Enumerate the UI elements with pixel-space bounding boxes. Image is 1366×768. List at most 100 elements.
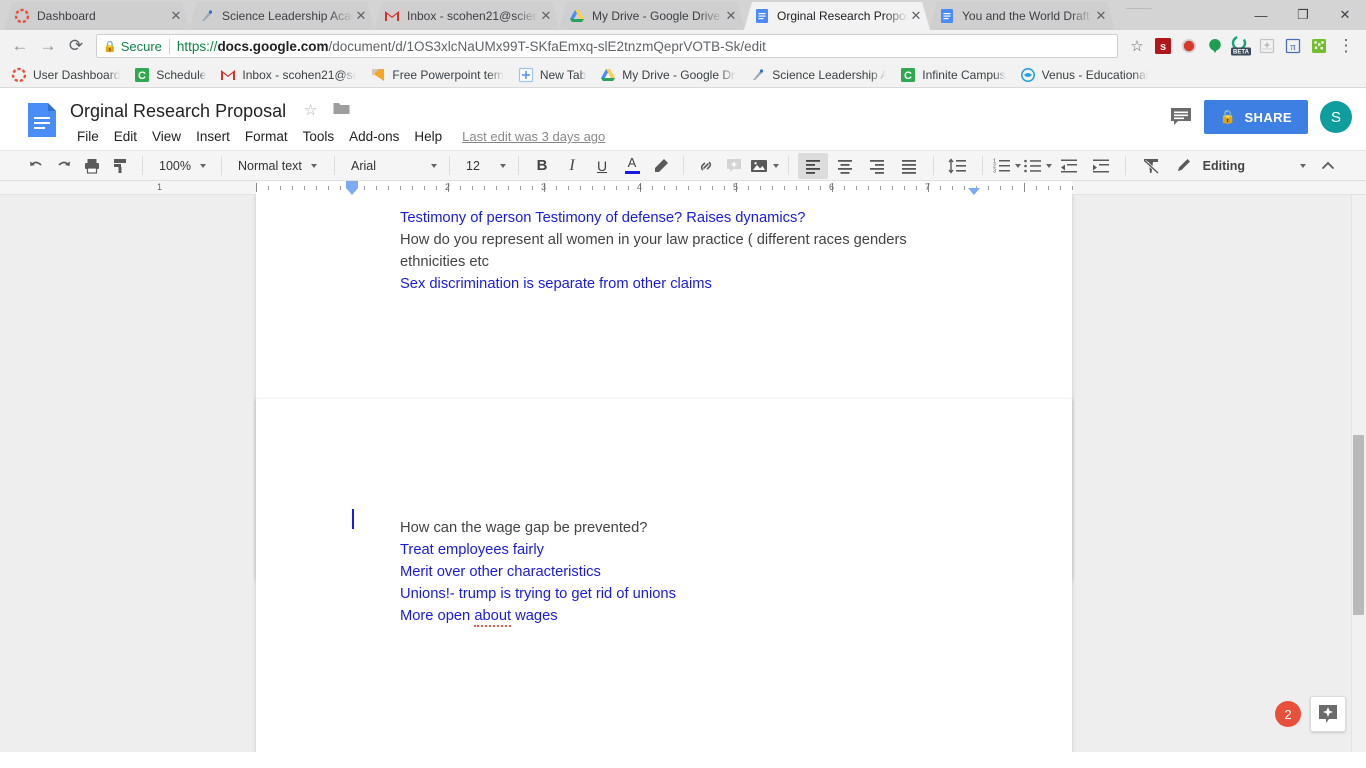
new-tab-button[interactable] (1118, 8, 1152, 30)
explore-button[interactable] (1310, 696, 1346, 732)
print-icon[interactable] (79, 153, 105, 179)
close-icon[interactable]: ✕ (723, 8, 739, 24)
font-selector[interactable]: Arial (343, 154, 441, 178)
left-indent-marker[interactable] (346, 181, 358, 188)
ruler-tick (328, 186, 329, 190)
ruler-tick (460, 186, 461, 190)
underline-button[interactable]: U (588, 153, 616, 179)
menu-view[interactable]: View (145, 126, 188, 147)
text-color-button[interactable]: A (618, 153, 646, 179)
collapse-toolbar-icon[interactable] (1313, 153, 1343, 179)
document-canvas[interactable]: Testimony of person Testimony of defense… (0, 195, 1366, 752)
plus-doc-icon[interactable] (1254, 33, 1280, 59)
undo-icon[interactable] (23, 153, 49, 179)
menu-add-ons[interactable]: Add-ons (342, 126, 406, 147)
clear-formatting-icon[interactable] (1135, 153, 1167, 179)
close-icon[interactable]: ✕ (1093, 8, 1109, 24)
maximize-icon[interactable]: ❐ (1282, 0, 1324, 30)
chrome-menu-icon[interactable]: ⋮ (1332, 32, 1360, 60)
browser-tab-dashboard[interactable]: Dashboard ✕ (4, 2, 190, 30)
browser-tab-inbox[interactable]: Inbox - scohen21@scien ✕ (374, 2, 560, 30)
docs-icon (754, 8, 770, 24)
menu-insert[interactable]: Insert (189, 126, 237, 147)
align-right-button[interactable] (862, 153, 892, 179)
menu-help[interactable]: Help (407, 126, 449, 147)
close-icon[interactable]: ✕ (353, 8, 369, 24)
bold-button[interactable]: B (528, 153, 556, 179)
font-size-selector[interactable]: 12 (458, 154, 510, 178)
grammarly-beta-icon[interactable]: BETA (1228, 33, 1254, 59)
share-button[interactable]: 🔒 SHARE (1204, 100, 1308, 134)
right-indent-marker[interactable] (968, 188, 980, 195)
s-extension-icon[interactable]: s (1150, 33, 1176, 59)
insert-image-icon[interactable] (749, 153, 779, 179)
red-record-icon[interactable] (1176, 33, 1202, 59)
increase-indent-icon[interactable] (1086, 153, 1116, 179)
ruler-tick (952, 186, 953, 190)
paint-format-icon[interactable] (107, 153, 133, 179)
browser-tab-my-drive[interactable]: My Drive - Google Drive ✕ (559, 2, 745, 30)
gmail-icon (384, 8, 400, 24)
close-window-icon[interactable]: ✕ (1324, 0, 1366, 30)
first-line-indent-marker[interactable] (346, 188, 358, 195)
bookmark-science-leadership[interactable]: Science Leadership A (743, 64, 893, 86)
menu-format[interactable]: Format (238, 126, 295, 147)
bookmark-infinite-campus[interactable]: C Infinite Campus (893, 64, 1012, 86)
close-icon[interactable]: ✕ (168, 8, 184, 24)
back-icon[interactable]: ← (6, 32, 34, 60)
chevron-down-icon (1046, 164, 1052, 168)
green-grid-icon[interactable] (1306, 33, 1332, 59)
bookmark-star-icon[interactable]: ☆ (1124, 33, 1150, 59)
browser-tab-you-and-the-world-draft[interactable]: You and the World Draft ✕ (929, 2, 1115, 30)
misspelled-word[interactable]: about (474, 608, 511, 627)
menu-tools[interactable]: Tools (296, 126, 342, 147)
bookmark-my-drive[interactable]: My Drive - Google Dri (593, 64, 743, 86)
zoom-selector[interactable]: 100% (151, 154, 213, 178)
folder-icon[interactable] (331, 101, 351, 121)
align-justify-button[interactable] (894, 153, 924, 179)
close-icon[interactable]: ✕ (538, 8, 554, 24)
bookmark-inbox[interactable]: Inbox - scohen21@sc (213, 64, 363, 86)
bookmark-new-tab[interactable]: New Tab (511, 64, 593, 86)
line-spacing-icon[interactable] (943, 153, 973, 179)
bookmark-user-dashboard[interactable]: User Dashboard (4, 64, 127, 86)
browser-tab-science-leadership[interactable]: Science Leadership Acad ✕ (189, 2, 375, 30)
page1-text-block[interactable]: Testimony of person Testimony of defense… (400, 207, 1000, 295)
add-comment-icon[interactable] (721, 153, 747, 179)
align-center-button[interactable] (830, 153, 860, 179)
bookmark-schedule[interactable]: C Schedule (127, 64, 213, 86)
star-icon[interactable]: ☆ (301, 101, 321, 121)
insert-link-icon[interactable] (693, 153, 719, 179)
minimize-icon[interactable]: — (1240, 0, 1282, 30)
decrease-indent-icon[interactable] (1054, 153, 1084, 179)
page2-text-block[interactable]: How can the wage gap be prevented? Treat… (400, 517, 1020, 627)
paragraph-style-selector[interactable]: Normal text (230, 154, 326, 178)
forward-icon[interactable]: → (34, 32, 62, 60)
align-left-button[interactable] (798, 153, 828, 179)
page-title[interactable]: Orginal Research Proposal (70, 100, 286, 122)
last-edit-status[interactable]: Last edit was 3 days ago (462, 129, 605, 144)
pi-icon[interactable]: π (1280, 33, 1306, 59)
comments-icon[interactable] (1164, 100, 1198, 134)
italic-button[interactable]: I (558, 153, 586, 179)
highlight-color-icon[interactable] (648, 153, 674, 179)
menu-file[interactable]: File (70, 126, 106, 147)
scrollbar-thumb[interactable] (1353, 435, 1364, 615)
redo-icon[interactable] (51, 153, 77, 179)
avatar[interactable]: S (1320, 101, 1352, 133)
vertical-scrollbar[interactable] (1351, 195, 1366, 752)
docs-icon[interactable] (22, 100, 62, 140)
address-bar[interactable]: 🔒 Secure https://docs.google.com/documen… (96, 34, 1118, 58)
bookmark-venus[interactable]: Venus - Educational (1013, 64, 1156, 86)
bulleted-list-icon[interactable] (1023, 153, 1052, 179)
numbered-list-icon[interactable]: 123 (992, 153, 1021, 179)
reload-icon[interactable]: ⟳ (62, 32, 90, 60)
browser-tab-orginal-research-proposal[interactable]: Orginal Research Propos ✕ (744, 2, 930, 30)
menu-edit[interactable]: Edit (107, 126, 144, 147)
green-pin-icon[interactable] (1202, 33, 1228, 59)
editing-mode-selector[interactable]: Editing (1170, 153, 1312, 179)
document-ruler[interactable]: 11234567 (0, 181, 1366, 195)
document-page-2[interactable]: How can the wage gap be prevented? Treat… (256, 399, 1072, 752)
bookmark-free-powerpoint[interactable]: Free Powerpoint tem (363, 64, 510, 86)
close-icon[interactable]: ✕ (908, 8, 924, 24)
